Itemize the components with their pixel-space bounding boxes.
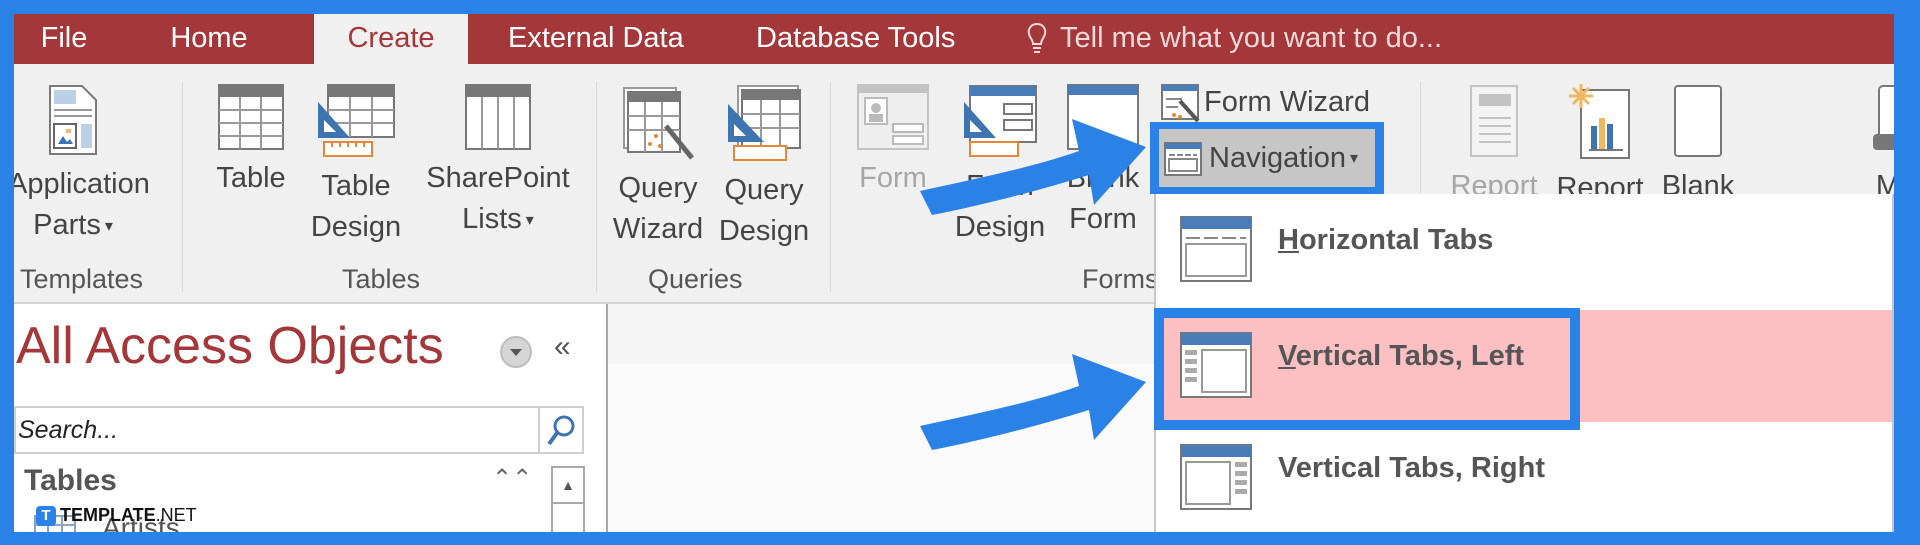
group-label-queries: Queries — [648, 264, 743, 294]
sharepoint-lists-line1: SharePoint — [426, 162, 570, 194]
query-design-icon — [728, 85, 801, 161]
search-box — [14, 406, 584, 454]
access-window: File Home Create External Data Database … — [14, 14, 1894, 532]
tab-external-data[interactable]: External Data — [508, 14, 684, 64]
form-wizard-button[interactable]: Form Wizard — [1160, 82, 1370, 123]
group-separator — [596, 82, 597, 292]
sharepoint-lists-button[interactable]: SharePoint Lists ▾ — [418, 84, 578, 241]
navigation-label: Navigation — [1209, 142, 1347, 174]
query-design-button[interactable]: Query Design — [714, 84, 814, 252]
watermark-suffix: .NET — [155, 505, 197, 525]
tab-create[interactable]: Create — [314, 14, 468, 64]
table-label: Table — [216, 162, 286, 194]
query-wizard-icon — [623, 87, 694, 160]
menu-item-vertical-tabs-right[interactable]: Vertical Tabs, Right — [1156, 422, 1892, 532]
tell-me-placeholder: Tell me what you want to do... — [1060, 22, 1443, 54]
scrollbar[interactable]: ▲ — [551, 466, 585, 532]
annotation-arrow-vertical-tabs-left — [920, 354, 1146, 450]
navigation-pane-title[interactable]: All Access Objects — [16, 316, 444, 376]
table-design-button[interactable]: Table Design — [306, 84, 406, 248]
template-logo-icon: T — [36, 506, 56, 527]
group-separator — [182, 82, 183, 292]
navigation-form-icon — [1164, 142, 1202, 177]
blank-report-icon — [1674, 85, 1722, 157]
pane-menu-dropdown-icon[interactable] — [500, 336, 532, 368]
table-design-icon — [318, 84, 395, 157]
navigation-pane: All Access Objects « Tables ⌃⌃ ▲ Artists… — [14, 304, 608, 532]
application-parts-line2: Parts — [33, 209, 101, 241]
tab-database-tools[interactable]: Database Tools — [756, 14, 955, 64]
section-collapse-icon[interactable]: ⌃⌃ — [492, 464, 532, 493]
form-wizard-label: Form Wizard — [1204, 86, 1370, 118]
macro-button[interactable]: Ma — [1866, 84, 1894, 207]
shutter-bar-collapse-icon[interactable]: « — [554, 330, 571, 364]
tab-file[interactable]: File — [14, 14, 114, 64]
tables-section-header[interactable]: Tables — [24, 464, 117, 498]
menu-item-horizontal-tabs[interactable]: Horizontal Tabs — [1156, 194, 1892, 306]
report-icon — [1470, 85, 1518, 157]
group-label-templates: Templates — [20, 264, 144, 294]
group-label-tables: Tables — [342, 264, 421, 294]
dropdown-arrow-icon: ▾ — [1350, 150, 1359, 168]
report-design-icon — [1569, 84, 1630, 159]
tell-me-box[interactable]: Tell me what you want to do... — [1026, 14, 1442, 64]
lightbulb-icon — [1027, 23, 1047, 54]
table-icon — [218, 84, 284, 150]
group-label-forms: Forms — [1082, 264, 1159, 294]
menu-item-label: Vertical Tabs, Right — [1278, 452, 1545, 484]
annotation-arrow-navigation — [920, 119, 1146, 215]
query-wizard-line2: Wizard — [612, 213, 704, 245]
sharepoint-lists-line2: Lists — [462, 203, 522, 235]
form-wizard-icon — [1161, 84, 1200, 123]
table-design-line2: Design — [310, 211, 402, 243]
scroll-up-arrow-icon[interactable]: ▲ — [553, 468, 583, 504]
query-design-line2: Design — [718, 215, 810, 247]
query-wizard-button[interactable]: Query Wizard — [610, 84, 706, 250]
tab-home[interactable]: Home — [154, 14, 264, 64]
vertical-tabs-right-icon — [1180, 444, 1252, 510]
table-design-line1: Table — [321, 170, 391, 202]
dropdown-arrow-icon: ▾ — [525, 211, 534, 229]
application-parts-icon — [49, 85, 97, 155]
report-design-button[interactable]: Report — [1550, 84, 1650, 209]
macro-icon — [1873, 85, 1894, 150]
application-parts-line1: Application — [14, 168, 150, 200]
search-input[interactable] — [16, 412, 540, 448]
sharepoint-lists-icon — [465, 84, 531, 150]
ribbon-tab-bar: File Home Create External Data Database … — [14, 14, 1894, 64]
watermark-brand: TEMPLATE — [60, 505, 156, 525]
blank-report-button[interactable]: Blank — [1658, 84, 1738, 207]
search-icon[interactable] — [538, 408, 582, 452]
report-button[interactable]: Report — [1444, 84, 1544, 207]
dropdown-arrow-icon: ▾ — [104, 217, 113, 235]
template-net-watermark: T TEMPLATE.NET — [36, 505, 197, 527]
table-button[interactable]: Table — [206, 84, 296, 199]
menu-item-label: Horizontal Tabs — [1278, 224, 1494, 256]
navigation-button[interactable]: Navigation ▾ — [1159, 129, 1375, 187]
query-design-line1: Query — [724, 174, 804, 206]
horizontal-tabs-icon — [1180, 216, 1252, 282]
group-separator — [830, 82, 831, 292]
application-parts-button[interactable]: Application Parts ▾ — [14, 84, 150, 247]
query-wizard-line1: Query — [618, 172, 698, 204]
selected-item-highlight-box — [1154, 308, 1580, 430]
